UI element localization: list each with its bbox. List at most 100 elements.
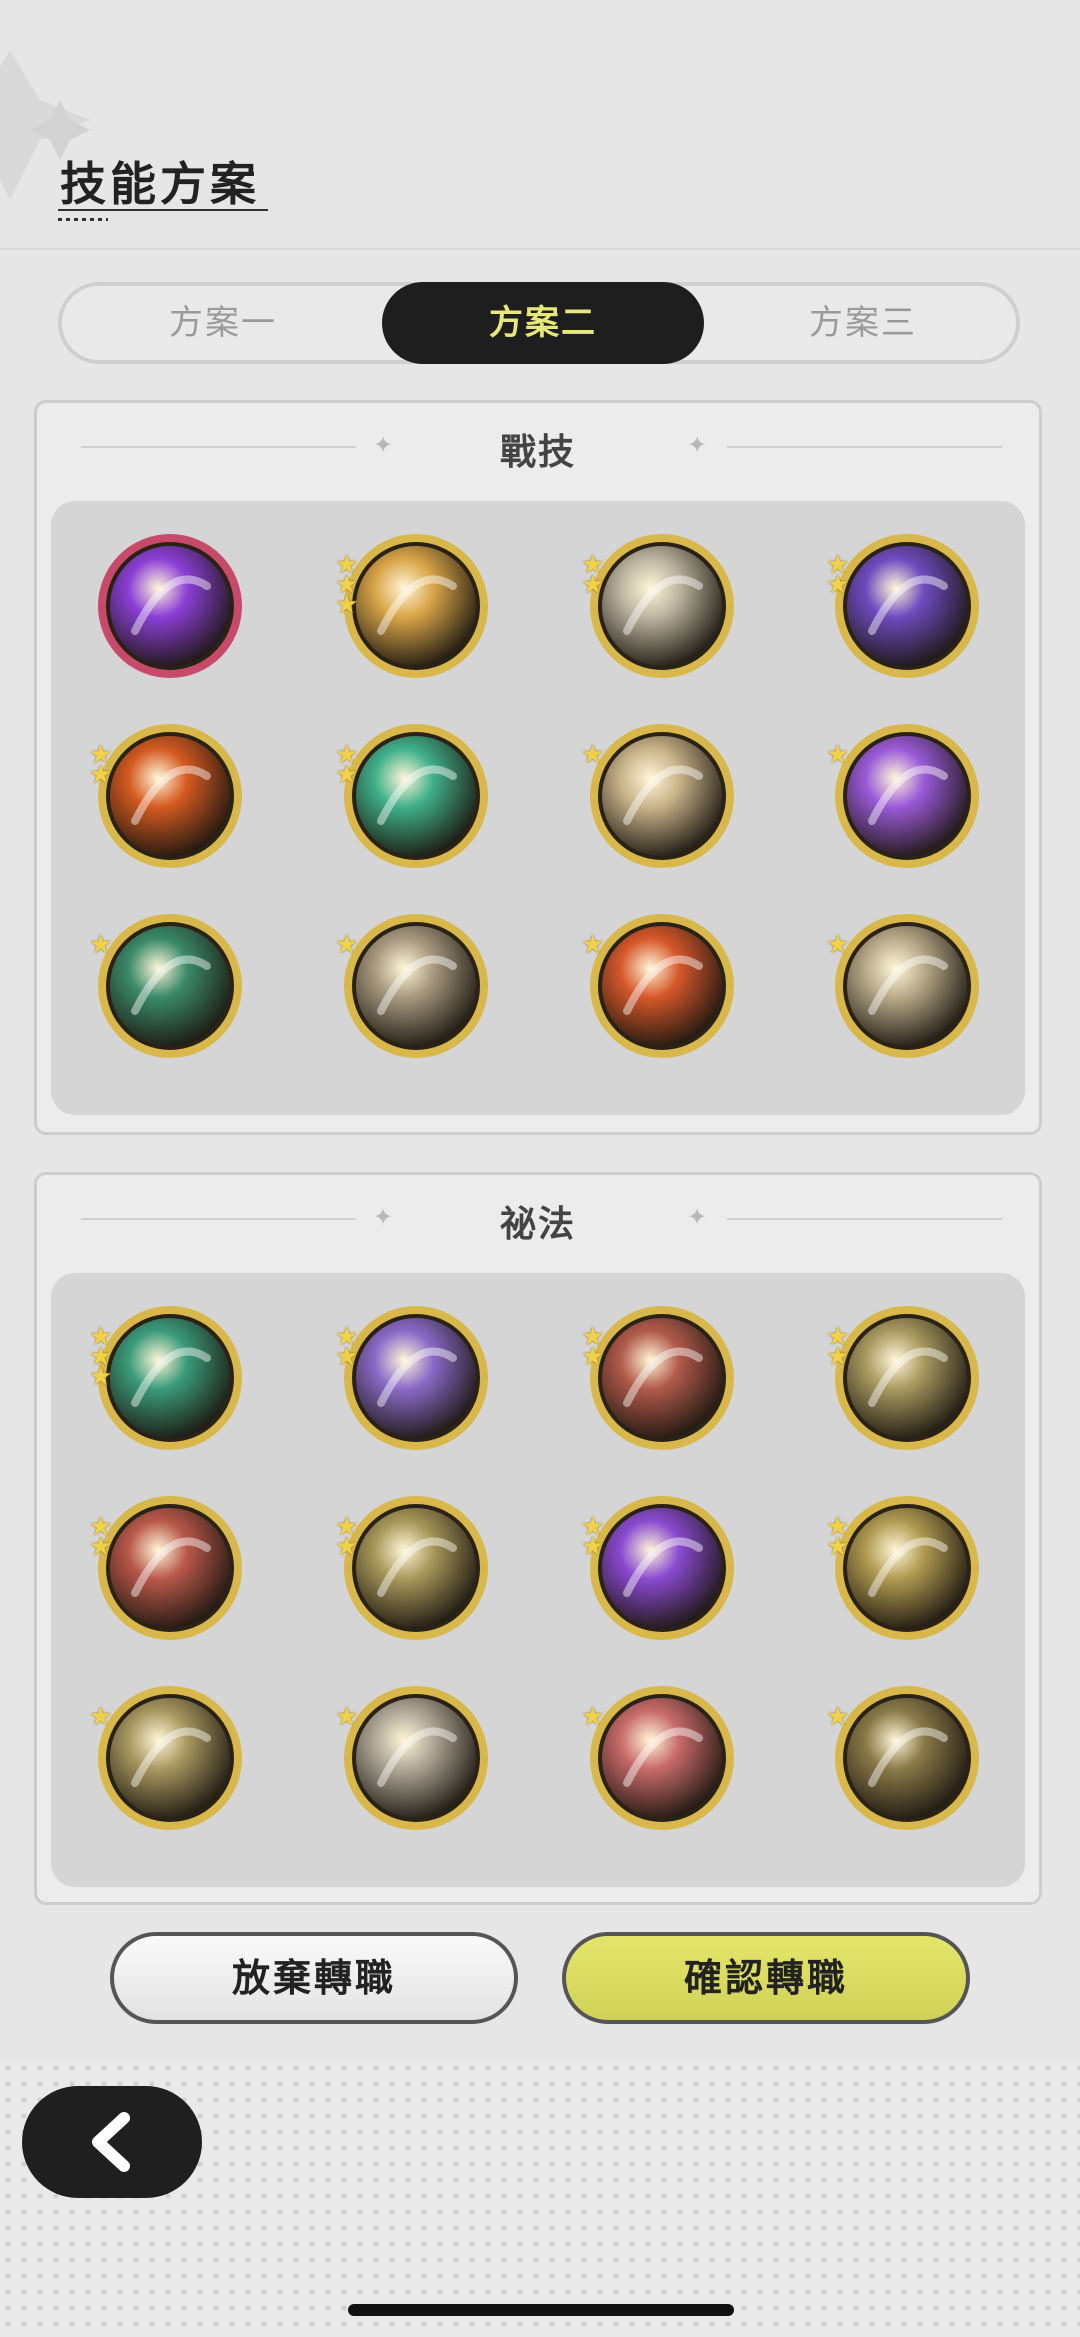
star-icon: ★ xyxy=(89,760,113,790)
arcane-skills-panel: ✦ ✦ 祕法 ★ ★ ★ ★ ★ ★ ★ ★ ★ ★ ★ ★ ★ ★ ★ ★ ★ ★ ★ ★ ★ xyxy=(34,1172,1042,1905)
holy-cross-skill-icon xyxy=(835,1496,979,1640)
skill-level-stars: ★ xyxy=(581,742,611,768)
star-icon: ★ xyxy=(826,740,850,770)
skill-slot[interactable]: ★ ★ xyxy=(581,1303,737,1453)
home-indicator xyxy=(348,2304,734,2316)
skill-slot[interactable]: ★ ★ xyxy=(581,1493,737,1643)
skill-slot[interactable]: ★ xyxy=(89,1683,245,1833)
tab-plan-two[interactable]: 方案二 xyxy=(382,282,704,364)
skill-slot[interactable]: ★ ★ xyxy=(826,1303,982,1453)
tab-plan-three[interactable]: 方案三 xyxy=(702,286,1024,360)
skill-level-stars: ★ xyxy=(335,1702,365,1732)
skill-slot[interactable]: ★ xyxy=(581,911,737,1061)
star-icon: ★ xyxy=(335,760,359,790)
skill-level-stars: ★ ★ xyxy=(826,1324,856,1370)
combat-skills-header: ✦ ✦ 戰技 xyxy=(37,403,1039,493)
title-underline xyxy=(58,208,273,221)
skill-level-stars: ★ ★ xyxy=(335,1324,365,1372)
skill-level-stars: ★ ★ ★ xyxy=(335,552,365,618)
green-arrows-skill-icon xyxy=(344,724,488,868)
skill-level-stars: ★ ★ xyxy=(335,742,365,790)
star-icon: ★ xyxy=(581,570,605,600)
back-button[interactable] xyxy=(22,2086,202,2198)
skill-level-stars: ★ ★ xyxy=(89,742,119,790)
red-sword-skill-icon xyxy=(590,1686,734,1830)
skill-slot[interactable]: ★ ★ xyxy=(335,1493,491,1643)
arcane-skills-header: ✦ ✦ 祕法 xyxy=(37,1175,1039,1265)
skill-slot[interactable]: ★ ★ xyxy=(89,721,245,871)
skill-slot[interactable]: ★ xyxy=(826,1683,982,1833)
section-title-arcane: 祕法 xyxy=(499,1204,576,1245)
star-icon: ★ xyxy=(89,930,113,960)
purple-heart-skill-icon xyxy=(98,534,242,678)
purple-claw-skill-icon xyxy=(835,534,979,678)
star-icon: ★ xyxy=(89,1362,113,1392)
star-icon: ★ xyxy=(335,1532,359,1562)
skill-slot[interactable]: ★ xyxy=(581,1683,737,1833)
combat-skills-grid: ★ ★ ★ ★ ★ ★ ★ ★ ★ ★ ★ ★ ★ ★ ★ ★ ★ xyxy=(51,501,1025,1115)
header-divider xyxy=(0,248,1080,250)
skill-level-stars: ★ ★ xyxy=(826,552,856,600)
skill-slot[interactable]: ★ ★ xyxy=(335,1303,491,1453)
shadow-spikes-skill-icon xyxy=(344,914,488,1058)
star-icon: ★ xyxy=(581,930,605,960)
skill-slot[interactable]: ★ ★ xyxy=(581,531,737,681)
star-icon: ★ xyxy=(581,1342,605,1372)
star-icon: ★ xyxy=(826,1532,850,1562)
skill-slot[interactable]: ★ ★ xyxy=(826,531,982,681)
violet-flame-skill-icon xyxy=(590,1496,734,1640)
all-seeing-eye-skill-icon xyxy=(98,1686,242,1830)
grasping-hand-skill-icon xyxy=(835,914,979,1058)
skill-level-stars: ★ ★ xyxy=(581,1324,611,1372)
fire-slash-skill-icon xyxy=(98,724,242,868)
skill-slot[interactable]: ★ xyxy=(335,911,491,1061)
skill-level-stars: ★ xyxy=(826,740,856,770)
skill-level-stars: ★ xyxy=(826,930,856,960)
plan-tabs: 方案一 方案二 方案三 xyxy=(58,282,1020,364)
skill-slot[interactable]: ★ xyxy=(826,911,982,1061)
confirm-job-change-button[interactable]: 確認轉職 xyxy=(562,1932,970,2024)
skill-slot[interactable]: ★ xyxy=(89,911,245,1061)
tab-plan-one[interactable]: 方案一 xyxy=(62,286,384,360)
cancel-job-change-button[interactable]: 放棄轉職 xyxy=(110,1932,518,2024)
skill-slot[interactable]: ★ ★ ★ xyxy=(335,531,491,681)
skill-slot[interactable]: ★ ★ xyxy=(826,1493,982,1643)
star-icon: ★ xyxy=(826,930,850,960)
section-title-combat: 戰技 xyxy=(499,432,576,473)
skill-level-stars: ★ ★ xyxy=(826,1514,856,1562)
skill-slot[interactable]: ★ xyxy=(581,721,737,871)
golden-vortex-skill-icon xyxy=(835,1686,979,1830)
skill-slot[interactable] xyxy=(95,531,245,681)
skill-level-stars: ★ xyxy=(581,1704,611,1730)
star-icon: ★ xyxy=(335,1342,359,1372)
flame-seal-skill-icon xyxy=(590,914,734,1058)
skill-level-stars: ★ ★ xyxy=(581,1514,611,1562)
star-icon: ★ xyxy=(826,1702,850,1732)
skill-level-stars: ★ xyxy=(335,932,365,958)
skill-level-stars: ★ ★ xyxy=(89,1514,119,1562)
skill-slot[interactable]: ★ xyxy=(826,721,982,871)
skill-slot[interactable]: ★ ★ xyxy=(89,1493,245,1643)
star-icon: ★ xyxy=(335,1702,359,1732)
pale-blade-skill-icon xyxy=(344,1686,488,1830)
radiant-figure-skill-icon xyxy=(344,1496,488,1640)
star-icon: ★ xyxy=(581,1532,605,1562)
red-armor-skill-icon xyxy=(98,1496,242,1640)
skill-level-stars: ★ ★ xyxy=(335,1514,365,1562)
skill-slot[interactable]: ★ ★ xyxy=(335,721,491,871)
skill-slot[interactable]: ★ xyxy=(335,1683,491,1833)
skill-level-stars: ★ ★ ★ xyxy=(89,1324,119,1392)
green-crescent-skill-icon xyxy=(98,914,242,1058)
star-icon: ★ xyxy=(89,1702,113,1732)
skill-slot[interactable]: ★ ★ ★ xyxy=(89,1303,245,1453)
slash-strike-skill-icon xyxy=(590,534,734,678)
skill-level-stars: ★ xyxy=(89,930,119,960)
star-icon: ★ xyxy=(826,570,850,600)
arcane-skills-grid: ★ ★ ★ ★ ★ ★ ★ ★ ★ ★ ★ ★ ★ ★ ★ ★ ★ ★ ★ ★ ★ xyxy=(51,1273,1025,1887)
golden-guardian-skill-icon xyxy=(835,1306,979,1450)
skill-level-stars: ★ xyxy=(826,1702,856,1732)
purple-sphere-skill-icon xyxy=(344,1306,488,1450)
crimson-shield-skill-icon xyxy=(590,1306,734,1450)
star-icon: ★ xyxy=(89,1532,113,1562)
chevron-left-icon xyxy=(92,2112,130,2172)
